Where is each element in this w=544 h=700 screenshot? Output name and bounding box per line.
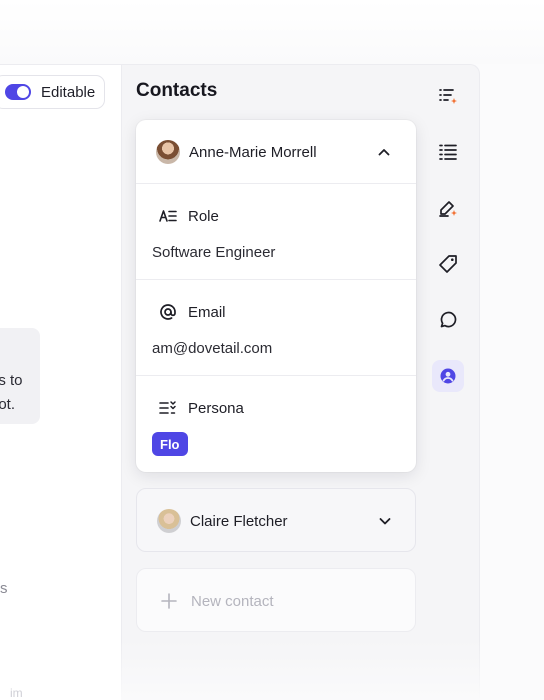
rail-ai-highlight[interactable] (432, 192, 464, 224)
message-text: hot. (0, 396, 16, 413)
toggle-knob (17, 86, 29, 98)
ai-highlight-icon (439, 201, 457, 217)
new-contact-label: New contact (191, 592, 274, 610)
avatar (156, 140, 180, 164)
contact-card-collapsed[interactable]: Claire Fletcher (136, 488, 416, 552)
field-label: Persona (188, 399, 244, 417)
contact-name: Claire Fletcher (190, 512, 288, 530)
field-label: Role (188, 207, 219, 225)
new-contact-button[interactable]: New contact (136, 568, 416, 632)
rail-comment[interactable] (432, 304, 464, 336)
toggle-label: Editable (41, 83, 96, 101)
field-label: Email (188, 303, 226, 321)
panel-fade (121, 640, 480, 700)
rail-ai-list[interactable] (432, 80, 464, 112)
field-role: Role (158, 206, 219, 226)
new-contact-row: New contact (159, 591, 274, 611)
editor-text-fragment: s (0, 580, 8, 597)
role-value[interactable]: Software Engineer (152, 244, 275, 261)
field-persona: Persona (158, 398, 244, 418)
contact-header[interactable]: Claire Fletcher (137, 489, 417, 553)
chevron-down-icon[interactable] (377, 513, 393, 529)
at-icon (160, 304, 176, 320)
contact-card-expanded: Anne-Marie Morrell Role Software Enginee… (136, 120, 416, 472)
persona-icon (159, 401, 176, 414)
plus-icon (161, 593, 177, 609)
message-bubble: ns to hot. (0, 328, 40, 424)
panel-title: Contacts (136, 80, 218, 101)
list-icon (439, 144, 457, 160)
rail-tag[interactable] (432, 248, 464, 280)
rail-list[interactable] (432, 136, 464, 168)
divider (136, 375, 416, 376)
persona-badge[interactable]: Flo (152, 432, 188, 456)
editor-text-fragment: im (10, 686, 23, 700)
ai-list-icon (439, 89, 457, 104)
message-text: ns to (0, 372, 23, 389)
field-email: Email (158, 302, 226, 322)
top-backdrop (0, 0, 544, 64)
contact-name: Anne-Marie Morrell (189, 143, 317, 161)
role-icon (159, 210, 177, 222)
contacts-icon (440, 368, 456, 384)
divider (136, 279, 416, 280)
divider (136, 183, 416, 184)
comment-icon (440, 311, 457, 328)
email-value[interactable]: am@dovetail.com (152, 340, 272, 357)
chevron-up-icon[interactable] (376, 144, 392, 160)
toggle-switch[interactable] (5, 84, 31, 100)
contact-header[interactable]: Anne-Marie Morrell (136, 120, 416, 184)
avatar (157, 509, 181, 533)
editable-toggle[interactable]: Editable (0, 75, 105, 109)
rail-contacts[interactable] (432, 360, 464, 392)
tag-icon (439, 255, 457, 273)
